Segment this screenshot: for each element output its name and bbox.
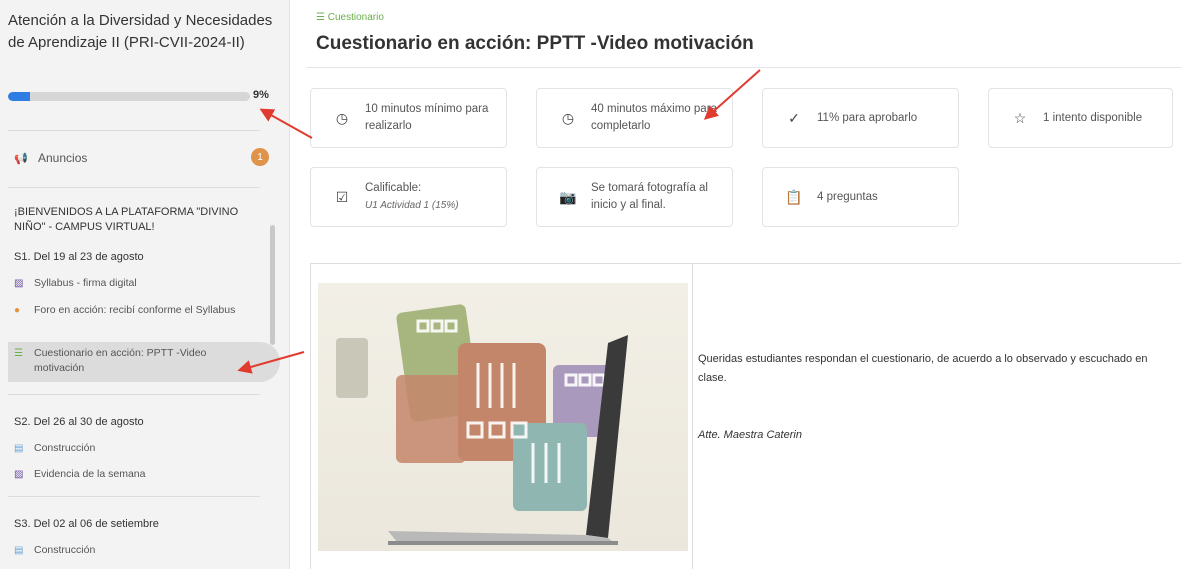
clock-icon: ◷ (561, 109, 575, 126)
check-circle-icon: ✓ (788, 109, 800, 126)
quiz-signature: Atte. Maestra Caterin (698, 429, 802, 441)
sidebar-item-construction[interactable]: ▤ Construcción (14, 441, 254, 456)
forum-icon: ● (14, 305, 21, 316)
breadcrumb[interactable]: ☰ Cuestionario (316, 12, 384, 23)
week-3-title[interactable]: S3. Del 02 al 06 de setiembre (14, 518, 159, 530)
card-text: 4 preguntas (817, 190, 878, 203)
sidebar-scrollbar[interactable] (270, 225, 275, 345)
document-icon: ▤ (14, 443, 24, 454)
laptop-forms-illustration (336, 304, 628, 545)
sidebar-item-syllabus[interactable]: ▨ Syllabus - firma digital (14, 276, 254, 291)
info-card-attempts: ☆ 1 intento disponible (988, 88, 1173, 148)
card-text: Calificable: U1 Actividad 1 (15%) (365, 180, 459, 214)
announcements-badge: 1 (251, 148, 269, 166)
document-icon: ▤ (14, 545, 24, 556)
title-divider (306, 67, 1181, 68)
gradable-label: Calificable: (365, 182, 422, 194)
card-text: 10 minutos mínimo para realizarlo (365, 103, 489, 132)
assignment-icon: ▨ (14, 278, 24, 289)
info-card-photo: 📷 Se tomará fotografía al inicio y al fi… (536, 167, 733, 227)
sidebar-item-forum[interactable]: ● Foro en acción: recibí conforme el Syl… (14, 303, 254, 318)
sidebar-divider (8, 394, 260, 395)
gradable-activity: U1 Actividad 1 (15%) (365, 200, 459, 211)
course-progress-fill (8, 92, 30, 101)
panel-divider (692, 263, 693, 569)
sidebar-divider (8, 496, 260, 497)
card-text: 11% para aprobarlo (817, 111, 918, 124)
quiz-description: Queridas estudiantes respondan el cuesti… (698, 353, 1148, 384)
clock-icon: ◷ (335, 109, 349, 126)
info-card-max-time: ◷ 40 minutos máximo para completarlo (536, 88, 733, 148)
star-icon: ☆ (1013, 109, 1027, 126)
sidebar-item-label: Construcción (34, 544, 96, 556)
sidebar-item-quiz[interactable]: ☰ Cuestionario en acción: PPTT -Video mo… (14, 346, 254, 376)
card-text: 40 minutos máximo para completarlo (591, 103, 717, 132)
checkbox-icon: ☑ (335, 188, 349, 205)
sidebar-divider (8, 187, 260, 188)
megaphone-icon: 📢 (14, 152, 28, 165)
card-text: 1 intento disponible (1043, 111, 1143, 124)
clipboard-icon: 📋 (785, 188, 803, 205)
course-progress-bar (8, 92, 250, 101)
course-progress-percent: 9% (253, 89, 269, 101)
sidebar-divider (8, 130, 260, 131)
camera-icon: 📷 (559, 188, 577, 205)
course-sidebar: Atención a la Diversidad y Necesidades d… (0, 0, 290, 569)
sidebar-item-label: Evidencia de la semana (34, 468, 146, 480)
sidebar-item-label: Foro en acción: recibí conforme el Sylla… (34, 304, 236, 316)
welcome-heading[interactable]: ¡BIENVENIDOS A LA PLATAFORMA "DIVINO NIÑ… (14, 205, 254, 235)
week-2-title[interactable]: S2. Del 26 al 30 de agosto (14, 416, 144, 428)
week-1-title[interactable]: S1. Del 19 al 23 de agosto (14, 251, 144, 263)
breadcrumb-label: Cuestionario (327, 12, 384, 23)
card-text: Se tomará fotografía al inicio y al fina… (591, 182, 708, 211)
info-card-gradable: ☑ Calificable: U1 Actividad 1 (15%) (310, 167, 507, 227)
sidebar-item-announcements[interactable]: 📢 Anuncios 1 (14, 148, 269, 168)
sidebar-item-label: Construcción (34, 442, 96, 454)
info-card-questions: 📋 4 preguntas (762, 167, 959, 227)
quiz-illustration (318, 283, 688, 551)
info-card-min-time: ◷ 10 minutos mínimo para realizarlo (310, 88, 507, 148)
sidebar-item-label: Cuestionario en acción: PPTT -Video moti… (34, 347, 207, 374)
page-title: Cuestionario en acción: PPTT -Video moti… (316, 33, 754, 54)
quiz-icon: ☰ (14, 348, 23, 359)
announcements-label: Anuncios (38, 151, 88, 165)
sidebar-item-construction[interactable]: ▤ Construcción (14, 543, 254, 558)
course-title[interactable]: Atención a la Diversidad y Necesidades d… (8, 10, 278, 54)
assignment-icon: ▨ (14, 469, 24, 480)
sidebar-item-label: Syllabus - firma digital (34, 277, 137, 289)
sidebar-item-evidence[interactable]: ▨ Evidencia de la semana (14, 467, 254, 482)
info-card-pass-grade: ✓ 11% para aprobarlo (762, 88, 959, 148)
